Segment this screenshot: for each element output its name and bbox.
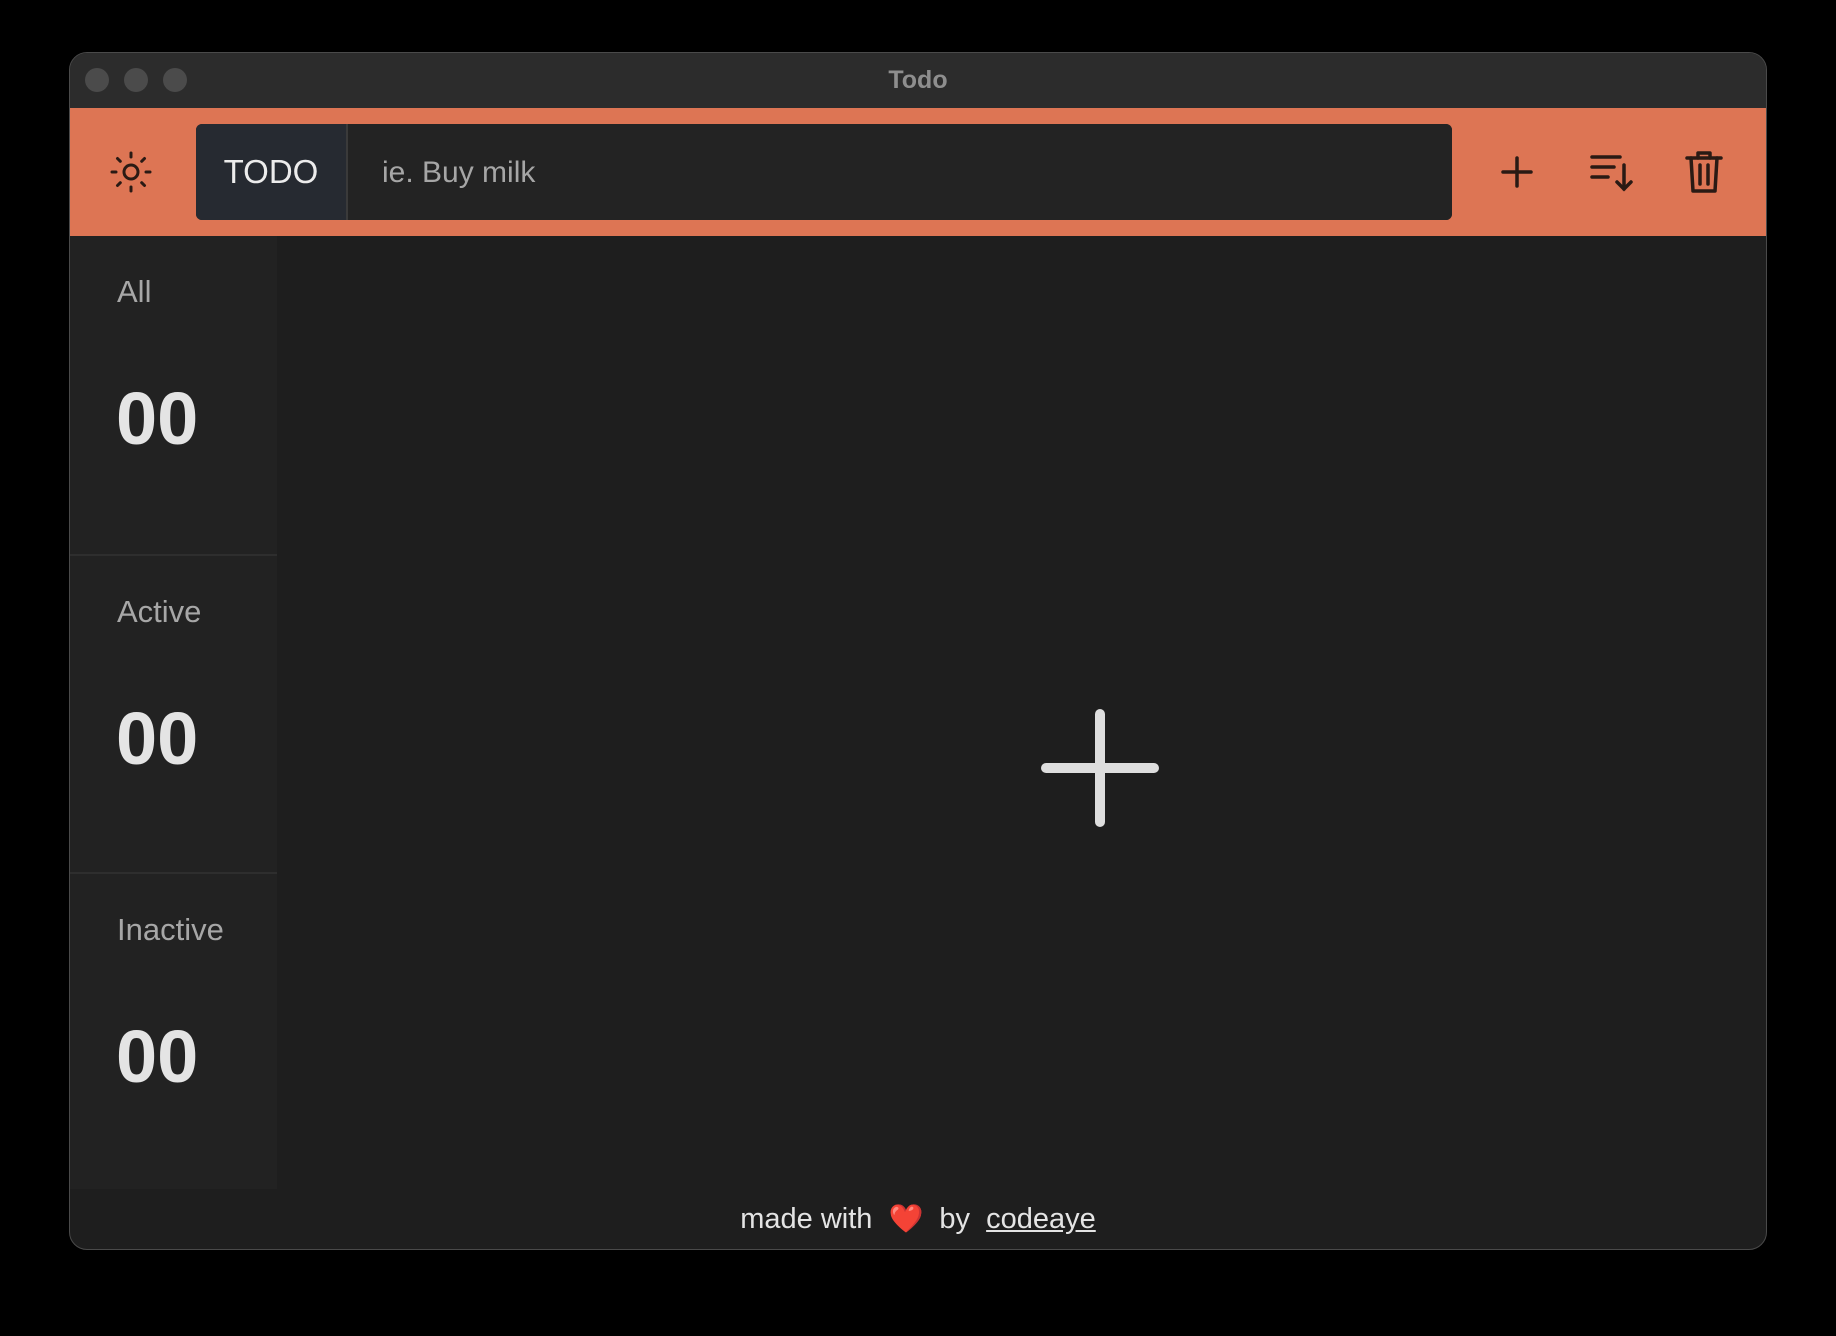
filter-count: 00 <box>116 1015 199 1098</box>
footer: made with ❤️ by codeaye <box>70 1189 1766 1249</box>
filter-all[interactable]: All 00 <box>70 236 277 554</box>
add-todo-button[interactable] <box>1486 141 1548 203</box>
theme-toggle-button[interactable] <box>100 141 162 203</box>
filter-count: 00 <box>116 697 199 780</box>
window-title: Todo <box>888 66 948 94</box>
plus-icon <box>1041 709 1159 827</box>
filter-count: 00 <box>116 377 199 460</box>
filter-label: Active <box>117 594 202 629</box>
trash-icon <box>1685 151 1723 193</box>
filter-label: Inactive <box>117 912 224 947</box>
sun-icon <box>110 151 152 193</box>
todo-input[interactable] <box>348 124 1452 220</box>
footer-by: by <box>939 1203 971 1235</box>
delete-all-button[interactable] <box>1673 141 1735 203</box>
title-bar: Todo <box>70 53 1766 109</box>
sort-descending-icon <box>1590 155 1633 192</box>
sidebar: All 00 Active 00 Inactive 00 <box>70 236 277 1189</box>
filter-label: All <box>117 274 152 309</box>
filter-inactive[interactable]: Inactive 00 <box>70 872 277 1190</box>
todo-list-area <box>277 236 1766 1189</box>
sort-button[interactable] <box>1580 141 1642 203</box>
todo-input-group: TODO <box>196 124 1452 220</box>
plus-icon <box>1501 156 1533 188</box>
footer-prefix: made with <box>740 1203 873 1235</box>
todo-input-label: TODO <box>196 124 348 220</box>
app-window: Todo TODO ie. Buy milk All 00 Active 00 … <box>69 52 1767 1250</box>
heart-icon: ❤️ <box>888 1203 924 1234</box>
toolbar: TODO <box>70 108 1766 236</box>
author-link[interactable]: codeaye <box>986 1203 1096 1235</box>
add-first-todo-button[interactable] <box>1040 708 1160 828</box>
filter-active[interactable]: Active 00 <box>70 554 277 872</box>
